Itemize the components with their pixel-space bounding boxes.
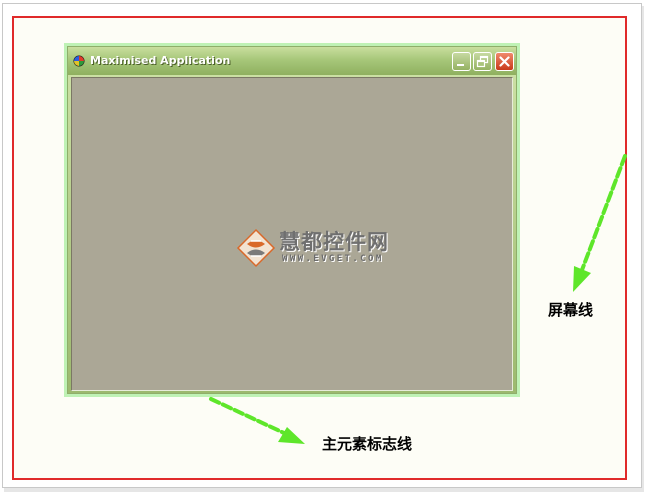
screen-line-label: 屏幕线 [548,301,594,319]
main-element-line-label: 主元素标志线 [322,435,413,453]
arrow-to-main-element-line [209,397,305,444]
arrow-to-screen-line [573,154,627,292]
annotation-arrows [209,154,627,444]
